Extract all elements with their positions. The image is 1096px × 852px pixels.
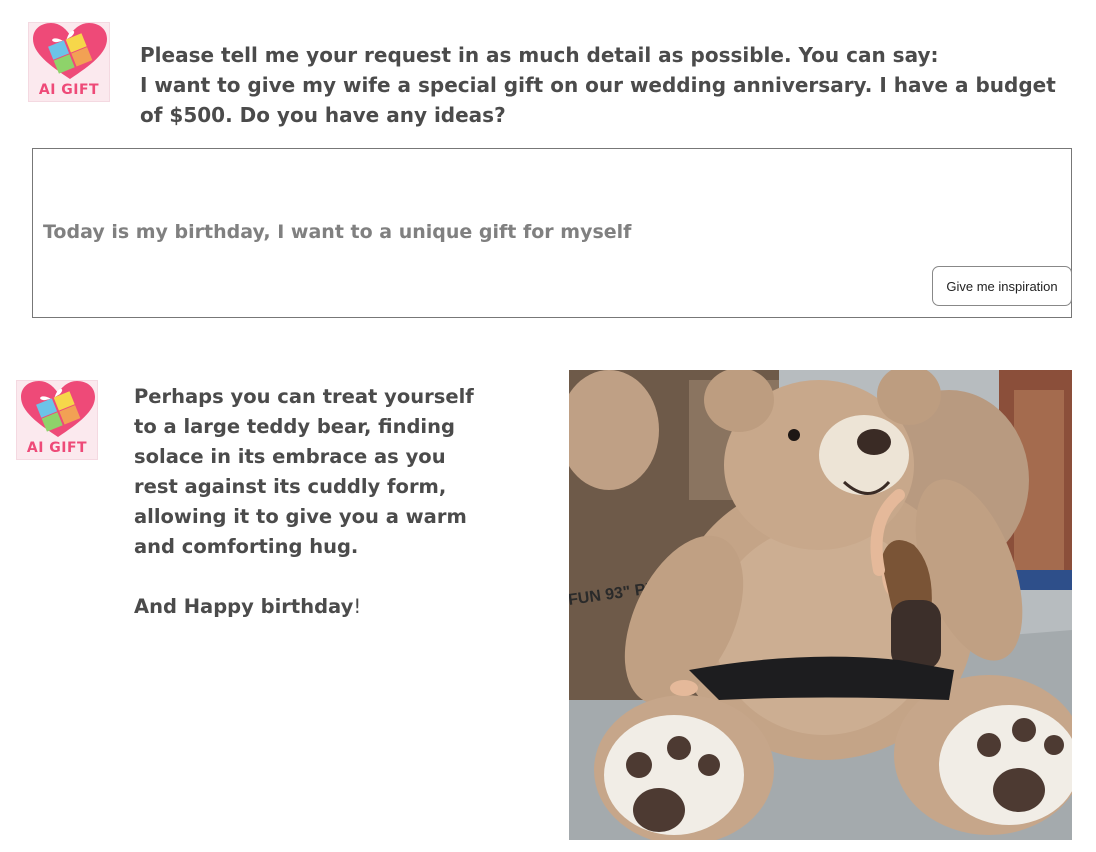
answer-line: allowing it to give you a warm xyxy=(134,505,467,528)
request-input[interactable]: Today is my birthday, I want to a unique… xyxy=(32,148,1072,318)
prompt-line: I want to give my wife a special gift on… xyxy=(140,73,1056,97)
page: AI GIFT Please tell me your request in a… xyxy=(0,0,1096,852)
prompt-line: of $500. Do you have any ideas? xyxy=(140,103,506,127)
closing-text: And Happy birthday xyxy=(134,595,354,618)
heart-gift-icon xyxy=(21,381,95,437)
answer-text: Perhaps you can treat yourself to a larg… xyxy=(134,382,534,622)
answer-line: to a large teddy bear, finding xyxy=(134,415,455,438)
answer-closing: And Happy birthday! xyxy=(134,592,534,622)
teddy-bear-image: FUN 93" PLUSH xyxy=(569,370,1072,840)
closing-mark: ! xyxy=(353,595,362,618)
answer-line: solace in its embrace as you xyxy=(134,445,446,468)
answer-line: Perhaps you can treat yourself xyxy=(134,385,474,408)
request-input-value[interactable]: Today is my birthday, I want to a unique… xyxy=(43,221,631,243)
answer-line: rest against its cuddly form, xyxy=(134,475,447,498)
prompt-text: Please tell me your request in as much d… xyxy=(140,40,1080,130)
teddy-bear-photo: FUN 93" PLUSH xyxy=(569,370,1072,840)
answer-line: and comforting hug. xyxy=(134,535,359,558)
ai-gift-logo: AI GIFT xyxy=(16,380,98,460)
logo-text: AI GIFT xyxy=(26,440,88,456)
logo-text: AI GIFT xyxy=(38,82,100,98)
ai-gift-logo: AI GIFT xyxy=(28,22,110,102)
prompt-line: Please tell me your request in as much d… xyxy=(140,43,939,67)
heart-gift-icon xyxy=(33,23,107,79)
give-inspiration-button[interactable]: Give me inspiration xyxy=(932,266,1072,306)
